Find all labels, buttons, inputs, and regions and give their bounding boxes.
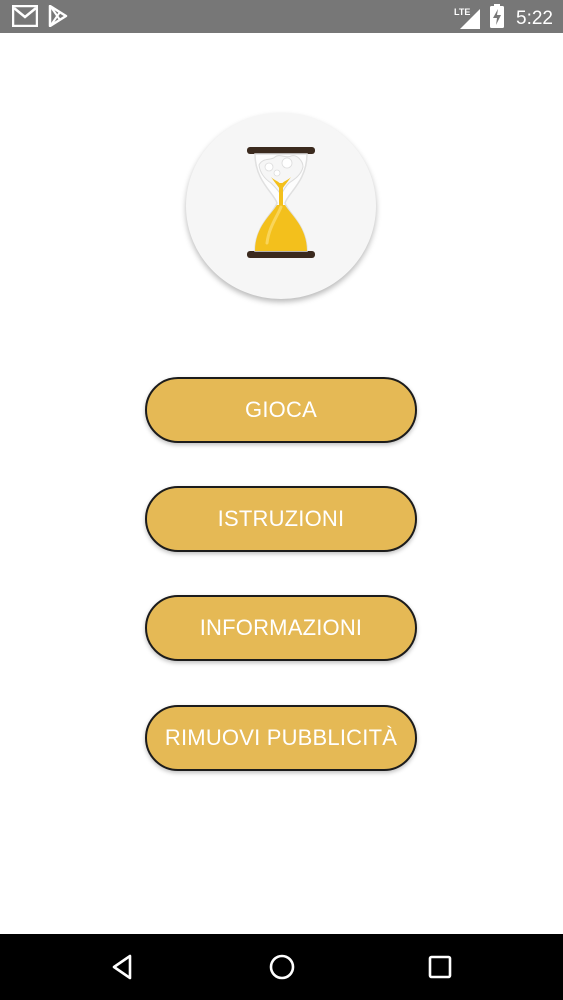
system-icons: LTE 5:22 [454, 4, 553, 33]
home-icon[interactable] [266, 951, 298, 983]
play-store-icon [48, 4, 68, 32]
status-clock: 5:22 [516, 7, 553, 29]
lte-signal-icon: LTE [454, 7, 482, 31]
information-button[interactable]: INFORMAZIONI [145, 595, 417, 661]
gmail-icon [11, 4, 39, 32]
recents-icon[interactable] [424, 951, 456, 983]
play-button[interactable]: GIOCA [145, 377, 417, 443]
back-icon[interactable] [108, 951, 140, 983]
battery-charging-icon [490, 4, 505, 33]
navigation-bar [0, 934, 563, 1000]
instructions-button[interactable]: ISTRUZIONI [145, 486, 417, 552]
app-logo [186, 113, 376, 299]
hourglass-icon [247, 147, 315, 258]
remove-ads-button[interactable]: RIMUOVI PUBBLICITÀ [145, 705, 417, 771]
status-bar: LTE 5:22 [0, 0, 563, 33]
main-menu-screen: LTE 5:22 GIOCA ISTRUZIONI INFORMAZIONI R… [0, 0, 563, 1000]
notification-icons [11, 4, 68, 32]
